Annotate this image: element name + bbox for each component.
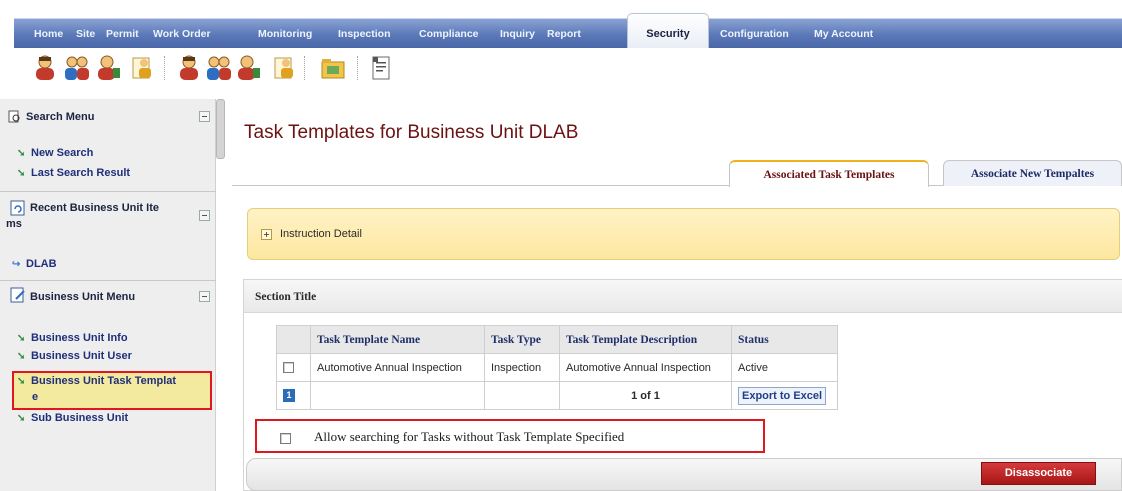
sidebar-link-business-unit-user[interactable]: ➘ Business Unit User: [17, 350, 132, 362]
user-document-icon[interactable]: [128, 54, 154, 82]
search-menu-title: Search Menu: [26, 111, 95, 123]
page-number-button[interactable]: 1: [283, 389, 295, 402]
nav-work-order[interactable]: Work Order: [153, 28, 211, 40]
instruction-panel: Instruction Detail: [247, 208, 1120, 260]
pager-empty-cell: [310, 381, 485, 410]
toolbar-separator: [304, 56, 305, 80]
section-header: Section Title: [244, 280, 1122, 313]
sidebar-link-new-search[interactable]: ➘ New Search: [17, 147, 93, 159]
expand-icon[interactable]: [261, 229, 272, 240]
page-title: Task Templates for Business Unit DLAB: [244, 122, 579, 143]
refresh-page-icon: [10, 200, 25, 216]
allow-search-checkbox[interactable]: [280, 433, 291, 444]
instruction-detail-label[interactable]: Instruction Detail: [280, 228, 362, 240]
user-icon[interactable]: [32, 54, 58, 82]
cell-status: Active: [731, 353, 838, 382]
task-template-table: Task Template Name Task Type Task Templa…: [276, 325, 838, 410]
collapse-icon[interactable]: [199, 210, 210, 221]
nav-compliance[interactable]: Compliance: [419, 28, 479, 40]
business-unit-menu-title: Business Unit Menu: [30, 291, 136, 303]
pager-empty-cell: [484, 381, 560, 410]
export-cell: Export to Excel: [731, 381, 838, 410]
search-page-icon: [8, 110, 20, 123]
collapse-icon[interactable]: [199, 111, 210, 122]
nav-my-account[interactable]: My Account: [814, 28, 873, 40]
sidebar-link-task-template-wrap[interactable]: e: [32, 391, 38, 403]
disassociate-button[interactable]: Disassociate: [981, 462, 1096, 485]
allow-search-label: Allow searching for Tasks without Task T…: [314, 429, 625, 444]
toolbar-separator: [164, 56, 165, 80]
column-header-type[interactable]: Task Type: [484, 325, 560, 354]
column-header-description[interactable]: Task Template Description: [559, 325, 732, 354]
user-edit-icon[interactable]: [236, 54, 262, 82]
sidebar-recent-dlab[interactable]: ↪ DLAB: [12, 258, 57, 270]
cell-task-template-name: Automotive Annual Inspection: [310, 353, 485, 382]
nav-permit[interactable]: Permit: [106, 28, 139, 40]
nav-security-active-tab[interactable]: Security: [627, 13, 709, 49]
user-edit-icon[interactable]: [96, 54, 122, 82]
table-pager-row: 1 1 of 1 Export to Excel: [276, 381, 838, 410]
page-info: 1 of 1: [559, 381, 732, 410]
user-group-icon[interactable]: [206, 54, 232, 82]
table-header-row: Task Template Name Task Type Task Templa…: [276, 325, 838, 354]
top-navigation: Home Site Permit Work Order Monitoring I…: [14, 13, 1122, 49]
nav-site[interactable]: Site: [76, 28, 95, 40]
sidebar-link-last-search-result[interactable]: ➘ Last Search Result: [17, 167, 130, 179]
recent-items-title-line1: Recent Business Unit Ite: [30, 202, 159, 214]
document-icon[interactable]: [368, 54, 394, 82]
nav-inspection[interactable]: Inspection: [338, 28, 391, 40]
arrow-icon: ➘: [17, 413, 26, 424]
nav-home[interactable]: Home: [34, 28, 63, 40]
sidebar-splitter-handle[interactable]: [216, 99, 225, 159]
collapse-icon[interactable]: [199, 291, 210, 302]
tab-associated-task-templates[interactable]: Associated Task Templates: [729, 160, 929, 187]
column-header-status[interactable]: Status: [731, 325, 838, 354]
sidebar-divider: [0, 191, 216, 192]
sidebar: Search Menu ➘ New Search ➘ Last Search Res…: [0, 99, 216, 491]
column-header-name[interactable]: Task Template Name: [310, 325, 485, 354]
user-icon[interactable]: [176, 54, 202, 82]
user-group-icon[interactable]: [64, 54, 90, 82]
nav-monitoring[interactable]: Monitoring: [258, 28, 312, 40]
arrow-icon: ➘: [17, 376, 26, 387]
cell-task-template-description: Automotive Annual Inspection: [559, 353, 732, 382]
recent-items-header[interactable]: Recent Business Unit Ite ms: [6, 200, 210, 230]
icon-toolbar: [14, 48, 1122, 90]
sidebar-divider: [0, 280, 216, 281]
toolbar-separator: [357, 56, 358, 80]
nav-inquiry[interactable]: Inquiry: [500, 28, 535, 40]
arrow-icon: ➘: [17, 168, 26, 179]
recent-items-title-line2: ms: [6, 218, 22, 230]
row-select-cell: [276, 353, 311, 382]
arrow-icon: ➘: [17, 351, 26, 362]
cell-task-type: Inspection: [484, 353, 560, 382]
recent-arrow-icon: ↪: [12, 259, 21, 270]
sidebar-link-business-unit-task-template[interactable]: ➘ Business Unit Task Templat: [17, 375, 176, 387]
tab-associate-new-templates[interactable]: Associate New Tempaltes: [943, 160, 1122, 186]
row-checkbox[interactable]: [283, 362, 294, 374]
nav-report[interactable]: Report: [547, 28, 581, 40]
select-column-header: [276, 325, 311, 354]
sidebar-link-sub-business-unit[interactable]: ➘ Sub Business Unit: [17, 412, 128, 424]
export-to-excel-button[interactable]: Export to Excel: [738, 386, 827, 405]
pager-cell: 1: [276, 381, 311, 410]
table-row[interactable]: Automotive Annual Inspection Inspection …: [276, 353, 838, 382]
folder-icon[interactable]: [320, 54, 346, 82]
user-document-icon[interactable]: [270, 54, 296, 82]
nav-configuration[interactable]: Configuration: [720, 28, 789, 40]
sidebar-link-business-unit-info[interactable]: ➘ Business Unit Info: [17, 332, 128, 344]
edit-page-icon: [10, 287, 25, 303]
allow-search-option: Allow searching for Tasks without Task T…: [255, 419, 765, 453]
arrow-icon: ➘: [17, 148, 26, 159]
arrow-icon: ➘: [17, 333, 26, 344]
section-title: Section Title: [255, 291, 317, 303]
